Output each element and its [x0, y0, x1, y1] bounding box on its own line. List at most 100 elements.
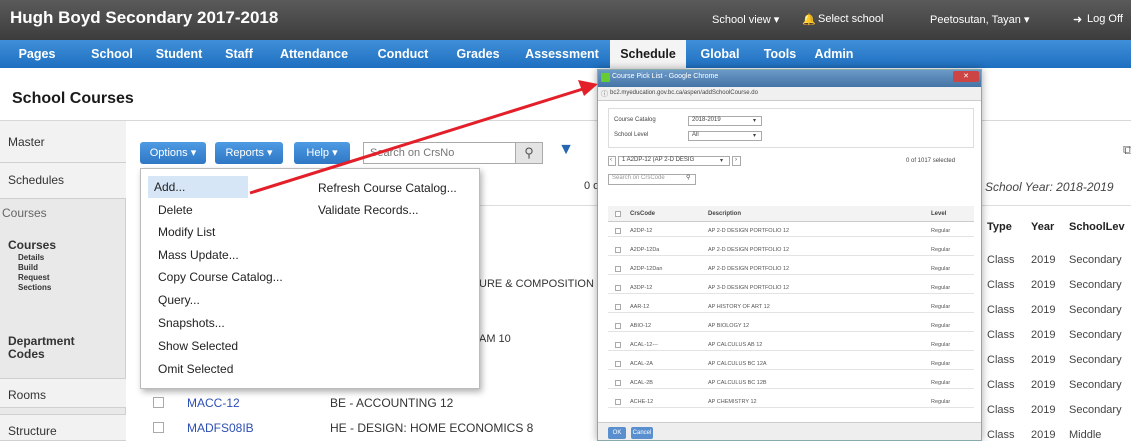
ok-button[interactable]: OK: [608, 427, 626, 439]
popup-header-description[interactable]: Description: [708, 211, 741, 217]
select-school-link[interactable]: Select school: [818, 13, 883, 25]
cell-year: 2019: [1031, 304, 1056, 316]
help-button[interactable]: Help ▾: [294, 142, 350, 164]
popup-header-crscode[interactable]: CrsCode: [630, 211, 655, 217]
popup-table-row[interactable]: [608, 279, 974, 294]
nav-tab-schedule[interactable]: Schedule: [610, 40, 686, 70]
row-checkbox[interactable]: [615, 361, 621, 367]
row-checkbox[interactable]: [153, 397, 164, 408]
popup-footer: [598, 422, 981, 440]
table-row-desc: BE - ACCOUNTING 12: [330, 396, 454, 410]
export-icon[interactable]: ⧉: [1123, 142, 1131, 158]
sidebar-sub-request[interactable]: Request: [0, 273, 126, 282]
filter-icon[interactable]: ▼: [554, 141, 578, 165]
popup-table-row[interactable]: [608, 222, 974, 237]
row-checkbox[interactable]: [615, 228, 621, 234]
row-checkbox[interactable]: [615, 342, 621, 348]
popup-table-row[interactable]: [608, 374, 974, 389]
popup-table-row[interactable]: [608, 317, 974, 332]
select-all-checkbox[interactable]: [615, 211, 621, 217]
menu-item-query[interactable]: Query...: [158, 293, 200, 307]
sidebar-item-schedules[interactable]: Schedules: [0, 163, 126, 199]
catalog-select[interactable]: 2018-2019: [688, 116, 762, 126]
nav-tab-conduct[interactable]: Conduct: [370, 40, 436, 68]
popup-cell-description: AP 2-D DESIGN PORTFOLIO 12: [708, 266, 790, 272]
menu-item-refresh-course-catalog[interactable]: Refresh Course Catalog...: [318, 181, 457, 195]
row-checkbox[interactable]: [615, 247, 621, 253]
user-menu[interactable]: Peetosutan, Tayan ▾: [930, 13, 1030, 26]
close-icon[interactable]: ✕: [953, 71, 979, 82]
row-checkbox[interactable]: [615, 323, 621, 329]
cell-type: Class: [987, 379, 1015, 391]
sidebar-item-master[interactable]: Master: [0, 121, 126, 163]
table-cell-desc-partial: AM 10: [479, 333, 511, 345]
bell-icon: 🔔: [802, 14, 816, 26]
popup-cell-description: AP CALCULUS AB 12: [708, 342, 763, 348]
row-checkbox[interactable]: [153, 422, 164, 433]
row-checkbox[interactable]: [615, 304, 621, 310]
row-checkbox[interactable]: [615, 266, 621, 272]
reports-button[interactable]: Reports ▾: [215, 142, 283, 164]
nav-tab-staff[interactable]: Staff: [214, 40, 264, 68]
row-checkbox[interactable]: [615, 399, 621, 405]
nav-tab-global[interactable]: Global: [694, 40, 746, 68]
logoff-icon: ➜: [1073, 14, 1083, 26]
cell-schoollevel: Secondary: [1069, 354, 1122, 366]
popup-table-row[interactable]: [608, 393, 974, 408]
menu-item-copy-course-catalog[interactable]: Copy Course Catalog...: [158, 270, 283, 284]
sidebar-sub-details[interactable]: Details: [0, 253, 126, 262]
table-row-code-link[interactable]: MACC-12: [187, 396, 240, 410]
nav-tab-admin[interactable]: Admin: [808, 40, 860, 68]
cell-year: 2019: [1031, 429, 1056, 441]
logoff-link[interactable]: Log Off: [1087, 13, 1123, 25]
sidebar-item-courses-tab[interactable]: Courses: [0, 206, 126, 220]
menu-item-omit-selected[interactable]: Omit Selected: [158, 362, 233, 376]
nav-tab-pages[interactable]: Pages: [8, 40, 66, 68]
sidebar-sub-sections[interactable]: Sections: [0, 283, 126, 292]
popup-table-row[interactable]: [608, 336, 974, 351]
nav-tab-tools[interactable]: Tools: [758, 40, 802, 68]
popup-cell-level: Regular: [931, 228, 951, 234]
record-nav-select[interactable]: 1 A2DP-12 (AP 2-D DESIG: [618, 156, 730, 166]
popup-url-bar[interactable]: bc2.myeducation.gov.bc.ca/aspen/addSchoo…: [598, 87, 981, 101]
school-title[interactable]: Hugh Boyd Secondary 2017-2018: [10, 8, 278, 28]
popup-table-row[interactable]: [608, 355, 974, 370]
sidebar-sub-build[interactable]: Build: [0, 263, 126, 272]
row-checkbox[interactable]: [615, 285, 621, 291]
menu-item-modify-list[interactable]: Modify List: [158, 225, 215, 239]
cancel-button[interactable]: Cancel: [631, 427, 653, 439]
menu-item-show-selected[interactable]: Show Selected: [158, 339, 238, 353]
cell-type: Class: [987, 354, 1015, 366]
popup-table-row[interactable]: [608, 260, 974, 275]
menu-item-add[interactable]: Add...: [148, 176, 248, 198]
menu-item-delete[interactable]: Delete: [158, 203, 193, 217]
sidebar-group-courses[interactable]: Courses: [0, 238, 126, 252]
sidebar-item-rooms[interactable]: Rooms: [0, 378, 126, 408]
sidebar-item-department-codes[interactable]: Department Codes: [0, 335, 110, 361]
menu-item-snapshots[interactable]: Snapshots...: [158, 316, 225, 330]
table-row-code-link[interactable]: MADFS08IB: [187, 421, 254, 435]
popup-table-row[interactable]: [608, 241, 974, 256]
column-header-year[interactable]: Year: [1031, 221, 1054, 233]
nav-tab-assessment[interactable]: Assessment: [518, 40, 606, 68]
nav-tab-attendance[interactable]: Attendance: [274, 40, 354, 68]
search-icon[interactable]: ⚲: [686, 174, 690, 181]
popup-cell-description: AP CHEMISTRY 12: [708, 399, 757, 405]
nav-tab-school[interactable]: School: [84, 40, 140, 68]
menu-item-mass-update[interactable]: Mass Update...: [158, 248, 239, 262]
popup-search-input[interactable]: Search on CrsCode: [608, 174, 696, 185]
search-icon[interactable]: ⚲: [515, 143, 542, 163]
popup-table-row[interactable]: [608, 298, 974, 313]
row-checkbox[interactable]: [615, 380, 621, 386]
sidebar-item-structure[interactable]: Structure: [0, 414, 126, 441]
popup-title-bar[interactable]: Course Pick List - Google Chrome: [598, 70, 981, 87]
nav-tab-grades[interactable]: Grades: [448, 40, 508, 68]
popup-header-level[interactable]: Level: [931, 211, 946, 217]
options-button[interactable]: Options ▾: [140, 142, 206, 164]
menu-item-validate-records[interactable]: Validate Records...: [318, 203, 419, 217]
level-select[interactable]: All: [688, 131, 762, 141]
column-header-type[interactable]: Type: [987, 221, 1012, 233]
nav-tab-student[interactable]: Student: [150, 40, 208, 68]
column-header-schoollevel[interactable]: SchoolLev: [1069, 221, 1125, 233]
school-view-menu[interactable]: School view ▾: [712, 13, 779, 26]
